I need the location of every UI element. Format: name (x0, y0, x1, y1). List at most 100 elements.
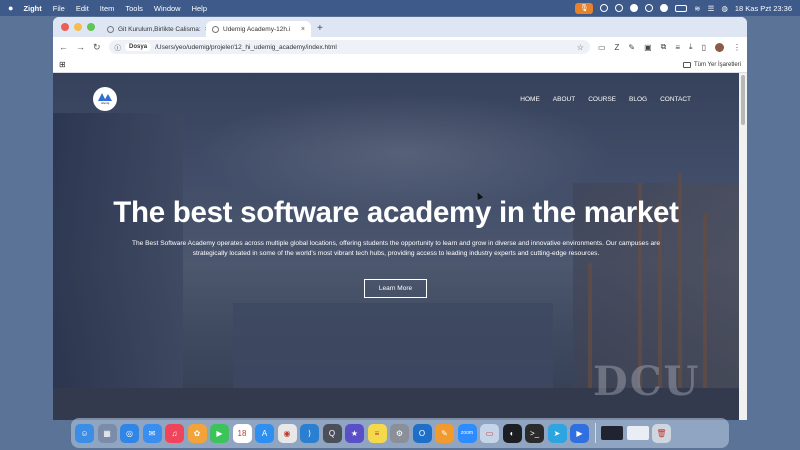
trash-icon[interactable]: 🗑 (652, 423, 671, 443)
facetime-icon[interactable]: ▶ (210, 423, 229, 443)
hero-description: The Best Software Academy operates acros… (101, 239, 691, 259)
pen-extension-icon[interactable]: ✎ (628, 43, 635, 52)
logo-mountains-icon (98, 93, 112, 101)
puzzle-icon[interactable]: ⧉ (661, 42, 667, 52)
imovie-icon[interactable]: ★ (345, 423, 364, 443)
info-icon[interactable]: ⓘ (115, 42, 122, 52)
battery-icon[interactable] (675, 4, 688, 12)
settings-icon[interactable]: ⚙ (390, 423, 409, 443)
appstore-icon[interactable]: A (255, 423, 274, 443)
page-viewport: DCU Udemig HOME ABOUT COURSE BLOG CONTAC… (53, 73, 739, 420)
extension-z-icon[interactable]: Z (615, 43, 620, 52)
new-tab-button[interactable]: + (317, 23, 323, 34)
dock: ☺ ▦ ◎ ✉ ♫ ✿ ▶ 18 A ◉ ⟩ Q ★ ≡ ⚙ O ✎ zoom ▭ ◐ >_ ➤ ▶ 🗑 (71, 418, 729, 448)
hero-description-line2: strategically located in some of the wor… (192, 250, 600, 257)
nav-about[interactable]: ABOUT (553, 96, 575, 103)
close-tab-icon[interactable]: × (301, 26, 305, 33)
profile-avatar[interactable] (715, 42, 724, 52)
globe-icon (212, 25, 219, 33)
zoom-icon[interactable]: zoom (457, 423, 477, 443)
launchpad-icon[interactable]: ▦ (97, 423, 117, 443)
menu-bar: ● Zight File Edit Item Tools Window Help… (0, 0, 800, 16)
play-status-icon[interactable] (630, 4, 639, 12)
scrollbar-thumb[interactable] (741, 75, 745, 125)
browser-toolbar: ← → ↻ ⓘ Dosya /Users/yeo/udemig/projeler… (53, 37, 747, 57)
all-bookmarks-button[interactable]: Tüm Yer İşaretleri (682, 61, 741, 68)
browser-window: Git Kurulum,Birlikte Calisma: × Udemig A… (53, 17, 747, 420)
music-icon[interactable]: ♫ (165, 423, 184, 443)
all-bookmarks-label: Tüm Yer İşaretleri (693, 61, 741, 68)
zight-icon[interactable]: ▶ (570, 423, 589, 443)
folder-icon (682, 61, 691, 68)
globe-icon (107, 25, 114, 33)
tab-strip: Git Kurulum,Birlikte Calisma: × Udemig A… (53, 17, 747, 37)
menu-edit[interactable]: Edit (76, 4, 89, 13)
vscode-icon[interactable]: ⟩ (300, 423, 319, 443)
minimize-window-button[interactable] (74, 23, 82, 31)
queue-icon[interactable]: ≡ (675, 43, 680, 52)
nav-blog[interactable]: BLOG (629, 96, 647, 103)
telegram-icon[interactable]: ➤ (547, 423, 567, 443)
tab-git-kurulum[interactable]: Git Kurulum,Birlikte Calisma: × (101, 21, 206, 37)
zight-status-icon[interactable] (660, 4, 669, 12)
apple-menu-icon[interactable]: ● (8, 3, 13, 13)
menu-item[interactable]: Item (100, 4, 115, 13)
menu-dots-icon[interactable]: ⋮ (733, 43, 741, 52)
cast-icon[interactable]: ▭ (598, 43, 606, 52)
notes-icon[interactable]: ≡ (367, 423, 387, 443)
calendar-icon[interactable]: 18 (232, 423, 252, 443)
site-nav: HOME ABOUT COURSE BLOG CONTACT (520, 96, 691, 103)
learn-more-button[interactable]: Learn More (364, 279, 427, 298)
site-logo[interactable]: Udemig (93, 87, 117, 111)
github-icon[interactable]: ◐ (502, 423, 522, 443)
nav-home[interactable]: HOME (520, 96, 540, 103)
siri-icon[interactable]: ◍ (721, 4, 728, 13)
scheme-chip[interactable]: Dosya (125, 43, 152, 51)
forward-icon[interactable]: → (76, 42, 85, 52)
back-icon[interactable]: ← (59, 42, 68, 52)
close-window-button[interactable] (61, 23, 69, 31)
menu-tools[interactable]: Tools (125, 4, 143, 13)
bookmark-star-icon[interactable]: ☆ (577, 43, 584, 52)
microphone-recording-icon[interactable]: 🎙 (575, 2, 594, 14)
pages-icon[interactable]: ✎ (435, 423, 454, 443)
reload-icon[interactable]: ↻ (93, 42, 101, 53)
menu-window[interactable]: Window (154, 4, 181, 13)
url-text[interactable]: /Users/yeo/udemig/projeler/12_hi_udemig_… (155, 44, 337, 51)
safari-icon[interactable]: ◎ (120, 423, 139, 443)
dock-separator (594, 423, 596, 443)
clock-status-icon[interactable] (645, 4, 654, 12)
nav-contact[interactable]: CONTACT (660, 96, 691, 103)
outlook-icon[interactable]: O (412, 423, 432, 443)
control-center-icon[interactable]: ☰ (708, 4, 715, 13)
hero-description-line1: The Best Software Academy operates acros… (131, 240, 661, 247)
tab-title: Udemig Academy-12h.i (223, 25, 291, 33)
sidebar-icon[interactable]: ▯ (702, 43, 706, 52)
terminal-icon[interactable]: >_ (525, 423, 544, 443)
download-icon[interactable]: ⤓ (689, 42, 693, 52)
tab-title: Git Kurulum,Birlikte Calisma: (118, 25, 201, 33)
extension-square-icon[interactable]: ▣ (644, 43, 652, 52)
status-ring-icon[interactable] (615, 4, 624, 12)
address-bar[interactable]: ⓘ Dosya /Users/yeo/udemig/projeler/12_hi… (108, 40, 590, 54)
preview-icon[interactable]: ▭ (480, 423, 499, 443)
zoom-window-button[interactable] (87, 23, 95, 31)
quicktime-icon[interactable]: Q (322, 423, 342, 443)
tab-udemig-academy[interactable]: Udemig Academy-12h.i × (206, 21, 311, 37)
chrome-icon[interactable]: ◉ (277, 423, 297, 443)
menu-clock[interactable]: 18 Kas Pzt 23:36 (735, 4, 792, 13)
status-circle-icon[interactable] (600, 4, 609, 12)
menu-help[interactable]: Help (192, 4, 207, 13)
photos-icon[interactable]: ✿ (187, 423, 207, 443)
apps-grid-icon[interactable]: ⊞ (59, 60, 66, 69)
nav-course[interactable]: COURSE (588, 96, 616, 103)
finder-icon[interactable]: ☺ (75, 423, 94, 443)
menu-file[interactable]: File (53, 4, 65, 13)
page-scrollbar[interactable] (739, 73, 747, 420)
window-thumb-icon[interactable] (626, 426, 649, 440)
menu-app-name[interactable]: Zight (23, 4, 41, 13)
wifi-icon[interactable]: ≋ (694, 4, 700, 13)
mail-icon[interactable]: ✉ (142, 423, 162, 443)
screenshot-thumb-icon[interactable] (601, 426, 623, 440)
hero-title: The best software academy in the market (113, 196, 679, 229)
